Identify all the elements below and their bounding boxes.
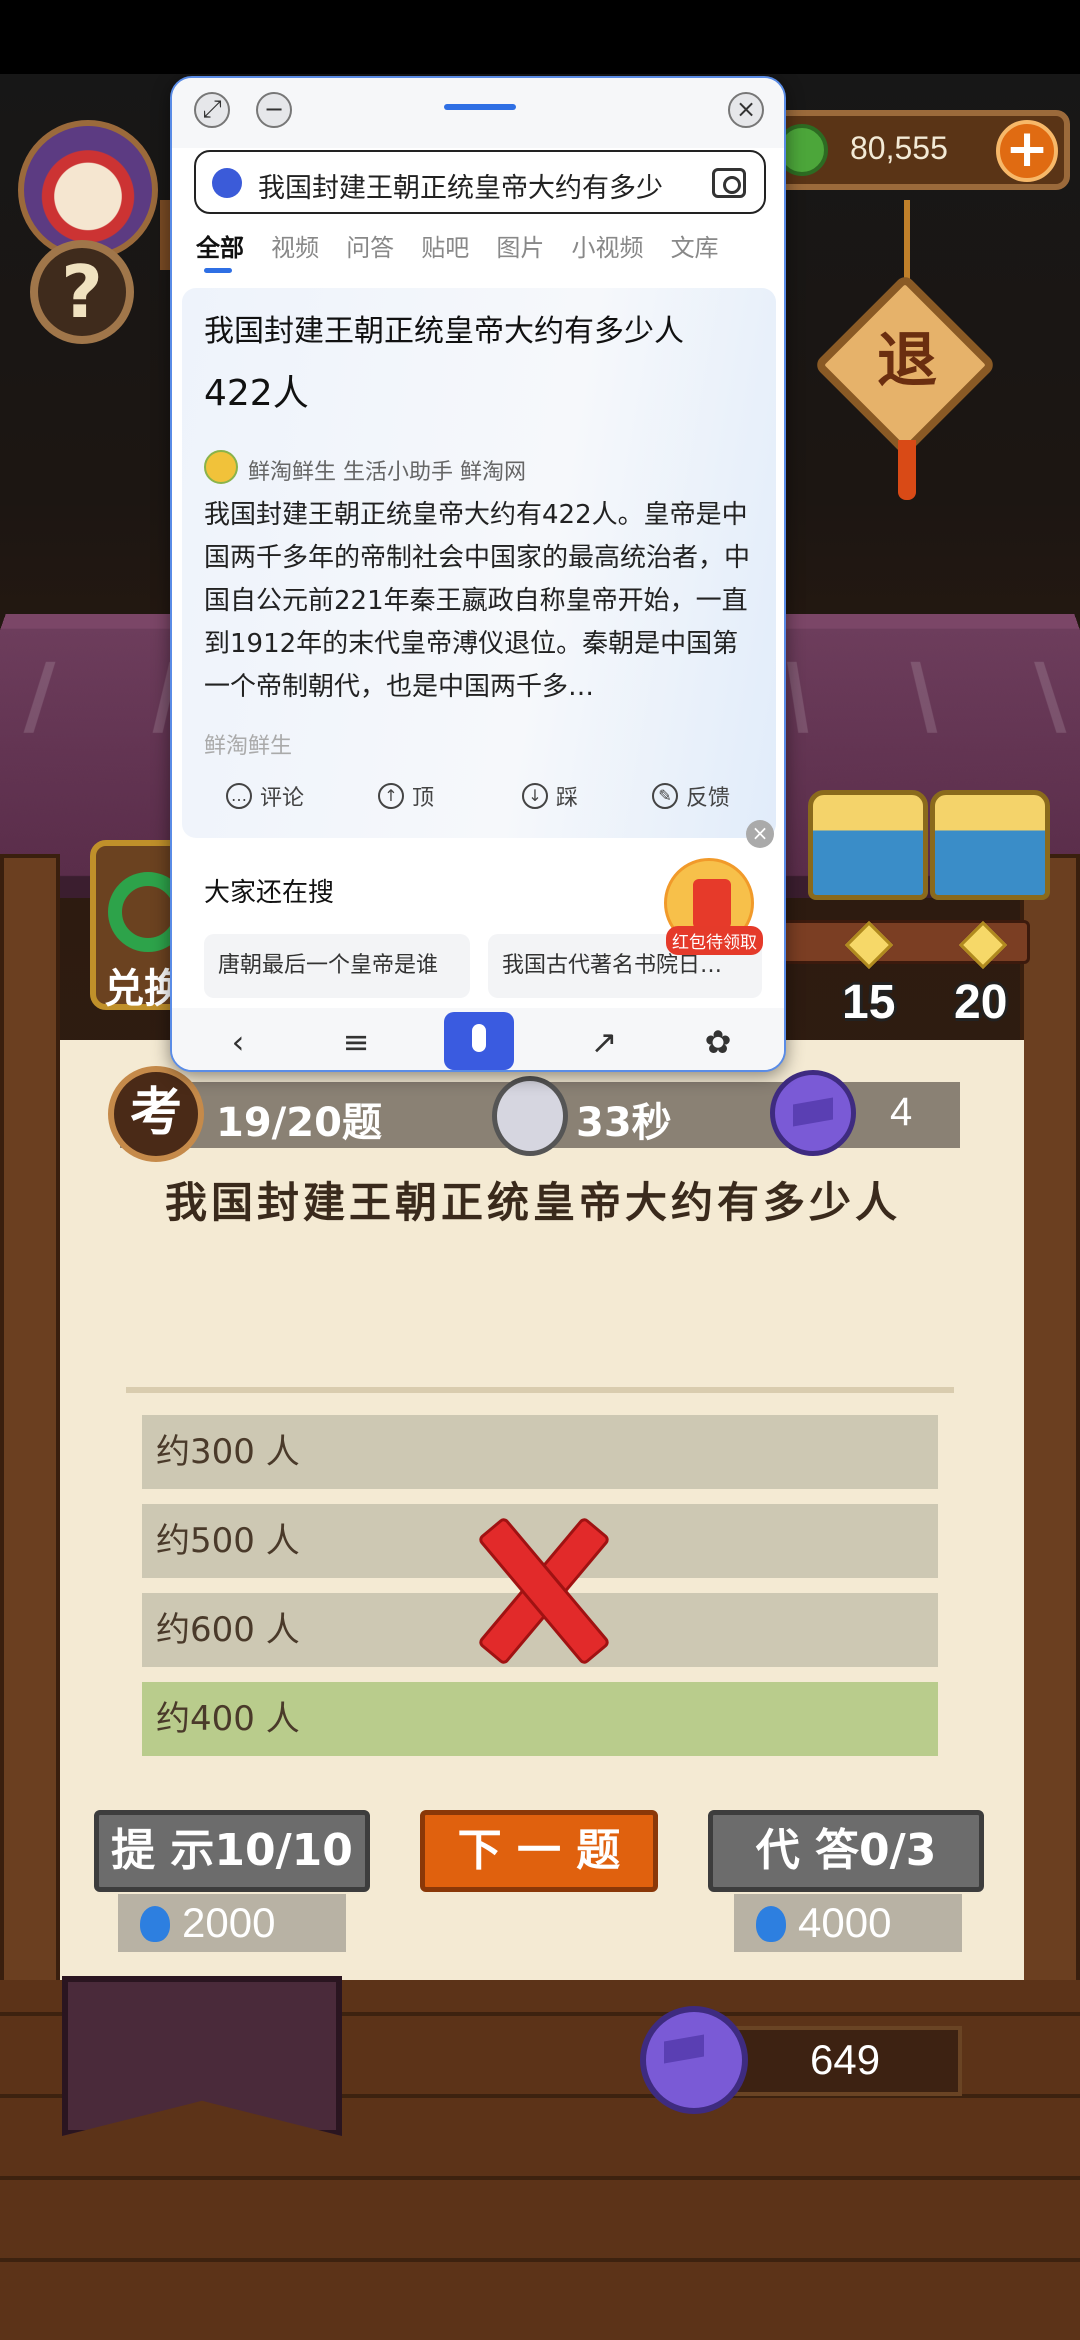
related-chip[interactable]: 唐朝最后一个皇帝是谁 xyxy=(204,934,470,998)
coin-count: 80,555 xyxy=(850,130,948,166)
answer-option-correct[interactable]: 约400 人 xyxy=(142,1682,938,1756)
drag-handle[interactable] xyxy=(444,104,516,110)
menu-icon[interactable]: ≡ xyxy=(336,1022,376,1062)
window-titlebar[interactable]: ⤢ − × xyxy=(172,78,784,148)
upvote-button[interactable]: ↑ 顶 xyxy=(378,780,434,812)
wrong-cross-icon xyxy=(470,1518,610,1658)
source-avatar xyxy=(204,450,238,484)
answer-option[interactable]: 约300 人 xyxy=(142,1415,938,1489)
total-caps: 649 xyxy=(810,2036,881,2083)
exit-label[interactable]: 退 xyxy=(866,320,948,402)
comment-button[interactable]: … 评论 xyxy=(226,780,304,812)
source-name[interactable]: 鲜淘鲜生 生活小助手 鲜淘网 xyxy=(248,454,526,486)
graduation-cap-icon xyxy=(770,1070,856,1156)
microphone-icon[interactable] xyxy=(444,1012,514,1070)
share-icon[interactable]: ↗ xyxy=(584,1022,624,1062)
help-button[interactable]: ? xyxy=(30,240,134,344)
tab-short-video[interactable]: 小视频 xyxy=(571,228,643,263)
auto-answer-cost: 4000 xyxy=(734,1894,962,1952)
graduation-cap-icon xyxy=(640,2006,748,2114)
pillar-right xyxy=(1020,854,1080,2054)
red-packet-label[interactable]: 红包待领取 xyxy=(666,926,763,955)
avatar[interactable] xyxy=(18,120,158,260)
add-coins-button[interactable]: + xyxy=(996,120,1058,182)
hint-cost: 2000 xyxy=(118,1894,346,1952)
close-icon[interactable]: × xyxy=(728,92,764,128)
tab-all[interactable]: 全部 xyxy=(196,228,244,263)
active-tab-indicator xyxy=(204,268,232,273)
tab-images[interactable]: 图片 xyxy=(496,228,544,263)
treasure-chest-1[interactable] xyxy=(808,790,928,900)
arrow-up-icon: ↑ xyxy=(378,783,404,809)
baidu-home-icon[interactable]: ✿ xyxy=(698,1022,738,1062)
downvote-button[interactable]: ↓ 踩 xyxy=(522,780,578,812)
question-progress: 19/20题 xyxy=(216,1100,382,1146)
next-question-button[interactable]: 下 一 题 xyxy=(420,1810,658,1892)
coin-bar: 80,555 + xyxy=(760,110,1070,190)
tab-video[interactable]: 视频 xyxy=(271,228,319,263)
camera-icon[interactable] xyxy=(712,168,746,198)
close-ad-icon[interactable]: × xyxy=(746,820,774,848)
back-icon[interactable]: ‹ xyxy=(218,1022,258,1062)
search-tabs: 全部 视频 问答 贴吧 图片 小视频 文库 xyxy=(196,228,784,268)
auto-answer-button[interactable]: 代 答0/3 xyxy=(708,1810,984,1892)
window-bottom-nav: ‹ ≡ ↗ ✿ xyxy=(172,1008,784,1070)
minimize-icon[interactable]: − xyxy=(256,92,292,128)
arrow-down-icon: ↓ xyxy=(522,783,548,809)
expand-icon[interactable]: ⤢ xyxy=(194,92,230,128)
card-body[interactable]: 我国封建王朝正统皇帝大约有422人。皇帝是中国两千多年的帝制社会中国家的最高统治… xyxy=(204,494,764,704)
flame-icon xyxy=(756,1906,786,1942)
baidu-paw-icon xyxy=(212,168,242,198)
treasure-chest-2[interactable] xyxy=(930,790,1050,900)
tab-library[interactable]: 文库 xyxy=(671,228,719,263)
flame-icon xyxy=(140,1906,170,1942)
pillar-left xyxy=(0,854,60,2054)
feedback-button[interactable]: ✎ 反馈 xyxy=(652,780,730,812)
cap-count: 4 xyxy=(890,1090,913,1134)
tab-qa[interactable]: 问答 xyxy=(346,228,394,263)
stopwatch-icon xyxy=(492,1076,568,1156)
comment-icon: … xyxy=(226,783,252,809)
pencil-icon: ✎ xyxy=(652,783,678,809)
question-text: 我国封建王朝正统皇帝大约有多少人 xyxy=(165,1178,902,1227)
hint-button[interactable]: 提 示10/10 xyxy=(94,1810,370,1892)
answer-card[interactable]: 我国封建王朝正统皇帝大约有多少人 422人 鲜淘鲜生 生活小助手 鲜淘网 我国封… xyxy=(182,288,776,838)
card-actions: … 评论 ↑ 顶 ↓ 踩 ✎ 反馈 xyxy=(182,780,776,820)
card-answer: 422人 xyxy=(204,373,309,414)
chest-reward-1: 15 xyxy=(842,976,896,1029)
source-footer: 鲜淘鲜生 xyxy=(204,734,293,759)
tab-tieba[interactable]: 贴吧 xyxy=(421,228,469,263)
floating-search-window[interactable]: ⤢ − × 我国封建王朝正统皇帝大约有多少 全部 视频 问答 贴吧 图片 小视频… xyxy=(170,76,786,1072)
timer-text: 33秒 xyxy=(576,1100,672,1146)
search-input[interactable]: 我国封建王朝正统皇帝大约有多少 xyxy=(194,150,766,214)
exam-badge: 考 xyxy=(108,1066,204,1162)
related-title: 大家还在搜 xyxy=(204,878,335,908)
search-query[interactable]: 我国封建王朝正统皇帝大约有多少 xyxy=(258,166,698,205)
chest-reward-2: 20 xyxy=(954,976,1008,1029)
card-title[interactable]: 我国封建王朝正统皇帝大约有多少人 xyxy=(204,306,764,350)
divider xyxy=(126,1387,954,1393)
